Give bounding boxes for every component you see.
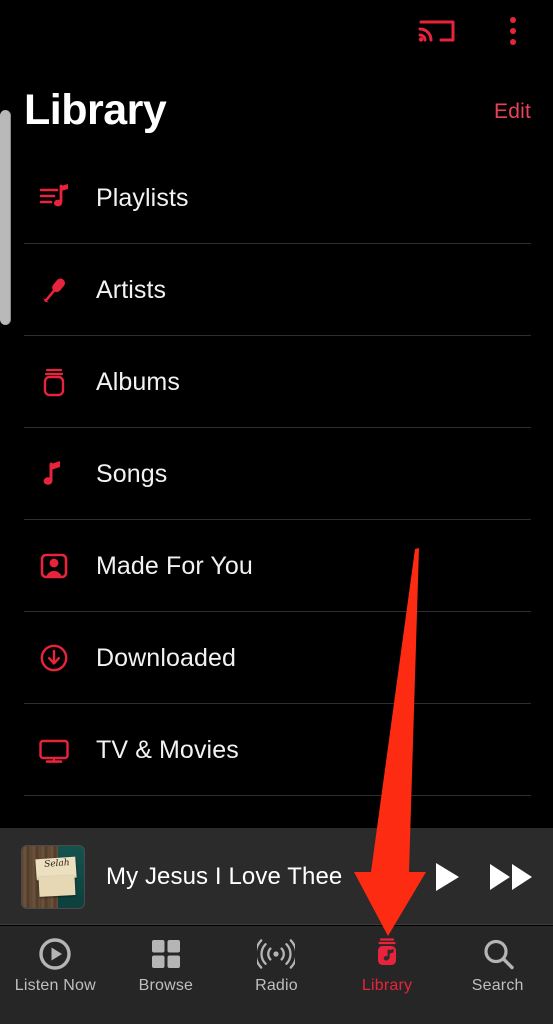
tv-monitor-icon	[32, 728, 76, 772]
edit-button[interactable]: Edit	[494, 100, 531, 124]
tab-label: Browse	[138, 977, 194, 994]
tab-radio[interactable]: Radio	[221, 926, 332, 1024]
track-title: My Jesus I Love Thee	[106, 862, 343, 890]
download-circle-icon	[32, 636, 76, 680]
play-circle-icon	[38, 936, 72, 972]
library-item-tv-and-movies[interactable]: TV & Movies	[0, 704, 553, 796]
tab-label: Listen Now	[14, 977, 96, 994]
tab-label: Search	[471, 977, 524, 994]
album-art-text: Selah	[43, 857, 71, 870]
library-item-made-for-you[interactable]: Made For You	[0, 520, 553, 612]
tab-listen-now[interactable]: Listen Now	[0, 926, 111, 1024]
play-icon[interactable]	[433, 861, 461, 893]
library-item-label: Playlists	[96, 183, 189, 212]
library-list: Playlists Artists Albums Songs Made For …	[0, 152, 553, 796]
broadcast-icon	[257, 936, 296, 972]
tab-label: Library	[361, 977, 413, 994]
bottom-tab-bar: Listen Now Browse Radio Library Search	[0, 926, 553, 1024]
microphone-icon	[32, 268, 76, 312]
album-stack-icon	[32, 360, 76, 404]
page-title: Library	[24, 86, 167, 134]
person-portrait-icon	[32, 544, 76, 588]
screen-header: Library Edit	[0, 86, 553, 150]
library-item-label: Artists	[96, 275, 167, 304]
library-item-label: Made For You	[96, 551, 253, 580]
library-item-albums[interactable]: Albums	[0, 336, 553, 428]
cast-icon[interactable]	[418, 16, 456, 46]
library-item-label: Songs	[96, 459, 168, 488]
top-action-bar	[0, 0, 553, 72]
library-icon	[370, 936, 404, 972]
now-playing-bar[interactable]: Selah My Jesus I Love Thee	[0, 828, 553, 925]
library-item-label: TV & Movies	[96, 735, 239, 764]
album-artwork[interactable]: Selah	[22, 845, 84, 908]
library-item-downloaded[interactable]: Downloaded	[0, 612, 553, 704]
library-item-label: Albums	[96, 367, 180, 396]
app-screen: Library Edit Playlists Artists Albums So…	[0, 0, 553, 1024]
playlist-music-icon	[32, 176, 76, 220]
search-icon	[481, 936, 515, 972]
library-item-playlists[interactable]: Playlists	[0, 152, 553, 244]
library-item-label: Downloaded	[96, 643, 236, 672]
grid-squares-icon	[149, 936, 183, 972]
playback-controls	[433, 828, 535, 925]
library-item-songs[interactable]: Songs	[0, 428, 553, 520]
library-item-artists[interactable]: Artists	[0, 244, 553, 336]
more-vertical-icon[interactable]	[505, 16, 521, 46]
tab-library[interactable]: Library	[332, 926, 443, 1024]
tab-search[interactable]: Search	[442, 926, 553, 1024]
tab-browse[interactable]: Browse	[111, 926, 222, 1024]
tab-label: Radio	[255, 977, 298, 994]
fast-forward-icon[interactable]	[489, 861, 535, 893]
music-note-icon	[32, 452, 76, 496]
